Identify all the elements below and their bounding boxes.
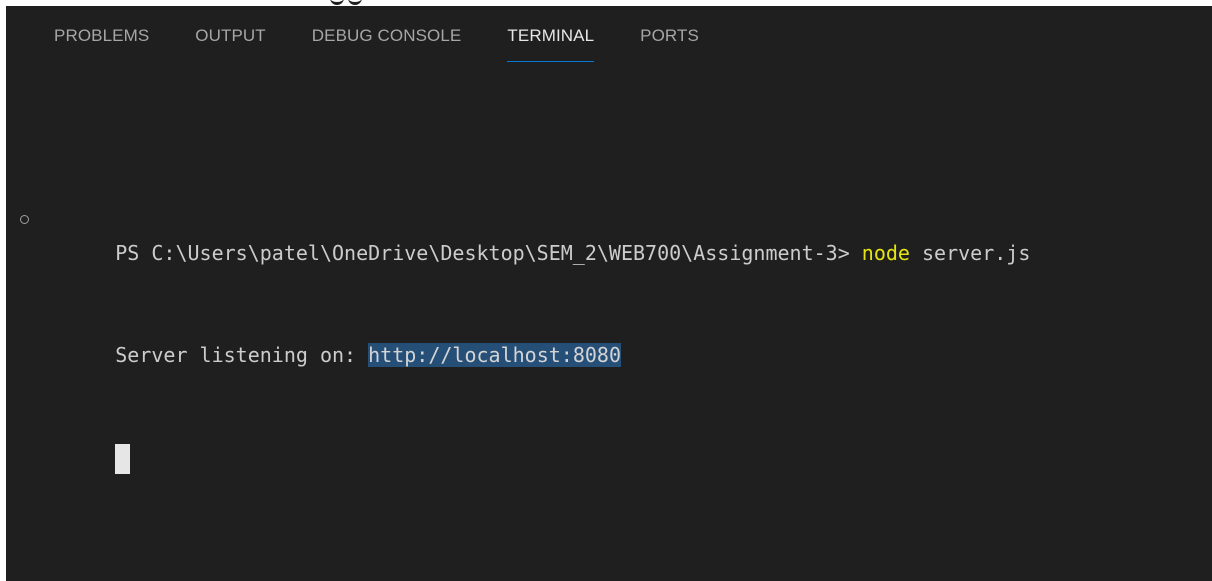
panel-tab-bar: PROBLEMS OUTPUT DEBUG CONSOLE TERMINAL P… — [54, 6, 745, 66]
terminal-panel: PROBLEMS OUTPUT DEBUG CONSOLE TERMINAL P… — [6, 6, 1212, 581]
shell-prompt: PS C:\Users\patel\OneDrive\Desktop\SEM_2… — [115, 241, 862, 265]
tab-problems[interactable]: PROBLEMS — [54, 6, 149, 66]
output-text: Server listening on: — [115, 343, 369, 367]
command-decoration-icon[interactable] — [20, 215, 29, 224]
tab-debug-console[interactable]: DEBUG CONSOLE — [312, 6, 462, 66]
localhost-link[interactable]: http://localhost:8080 — [368, 343, 621, 367]
command-args: server.js — [909, 241, 1031, 265]
terminal-cursor — [115, 443, 131, 474]
command-line: PS C:\Users\patel\OneDrive\Desktop\SEM_2… — [6, 202, 1212, 265]
command-name: node — [861, 241, 910, 265]
server-output-line: Server listening on: http://localhost:80… — [6, 304, 1212, 367]
tab-terminal[interactable]: TERMINAL — [507, 6, 594, 66]
terminal-output[interactable]: PS C:\Users\patel\OneDrive\Desktop\SEM_2… — [6, 134, 1212, 508]
tab-ports[interactable]: PORTS — [640, 6, 699, 66]
tab-output[interactable]: OUTPUT — [195, 6, 265, 66]
cursor-line — [6, 406, 1212, 474]
cut-off-text-fragment — [330, 0, 386, 5]
